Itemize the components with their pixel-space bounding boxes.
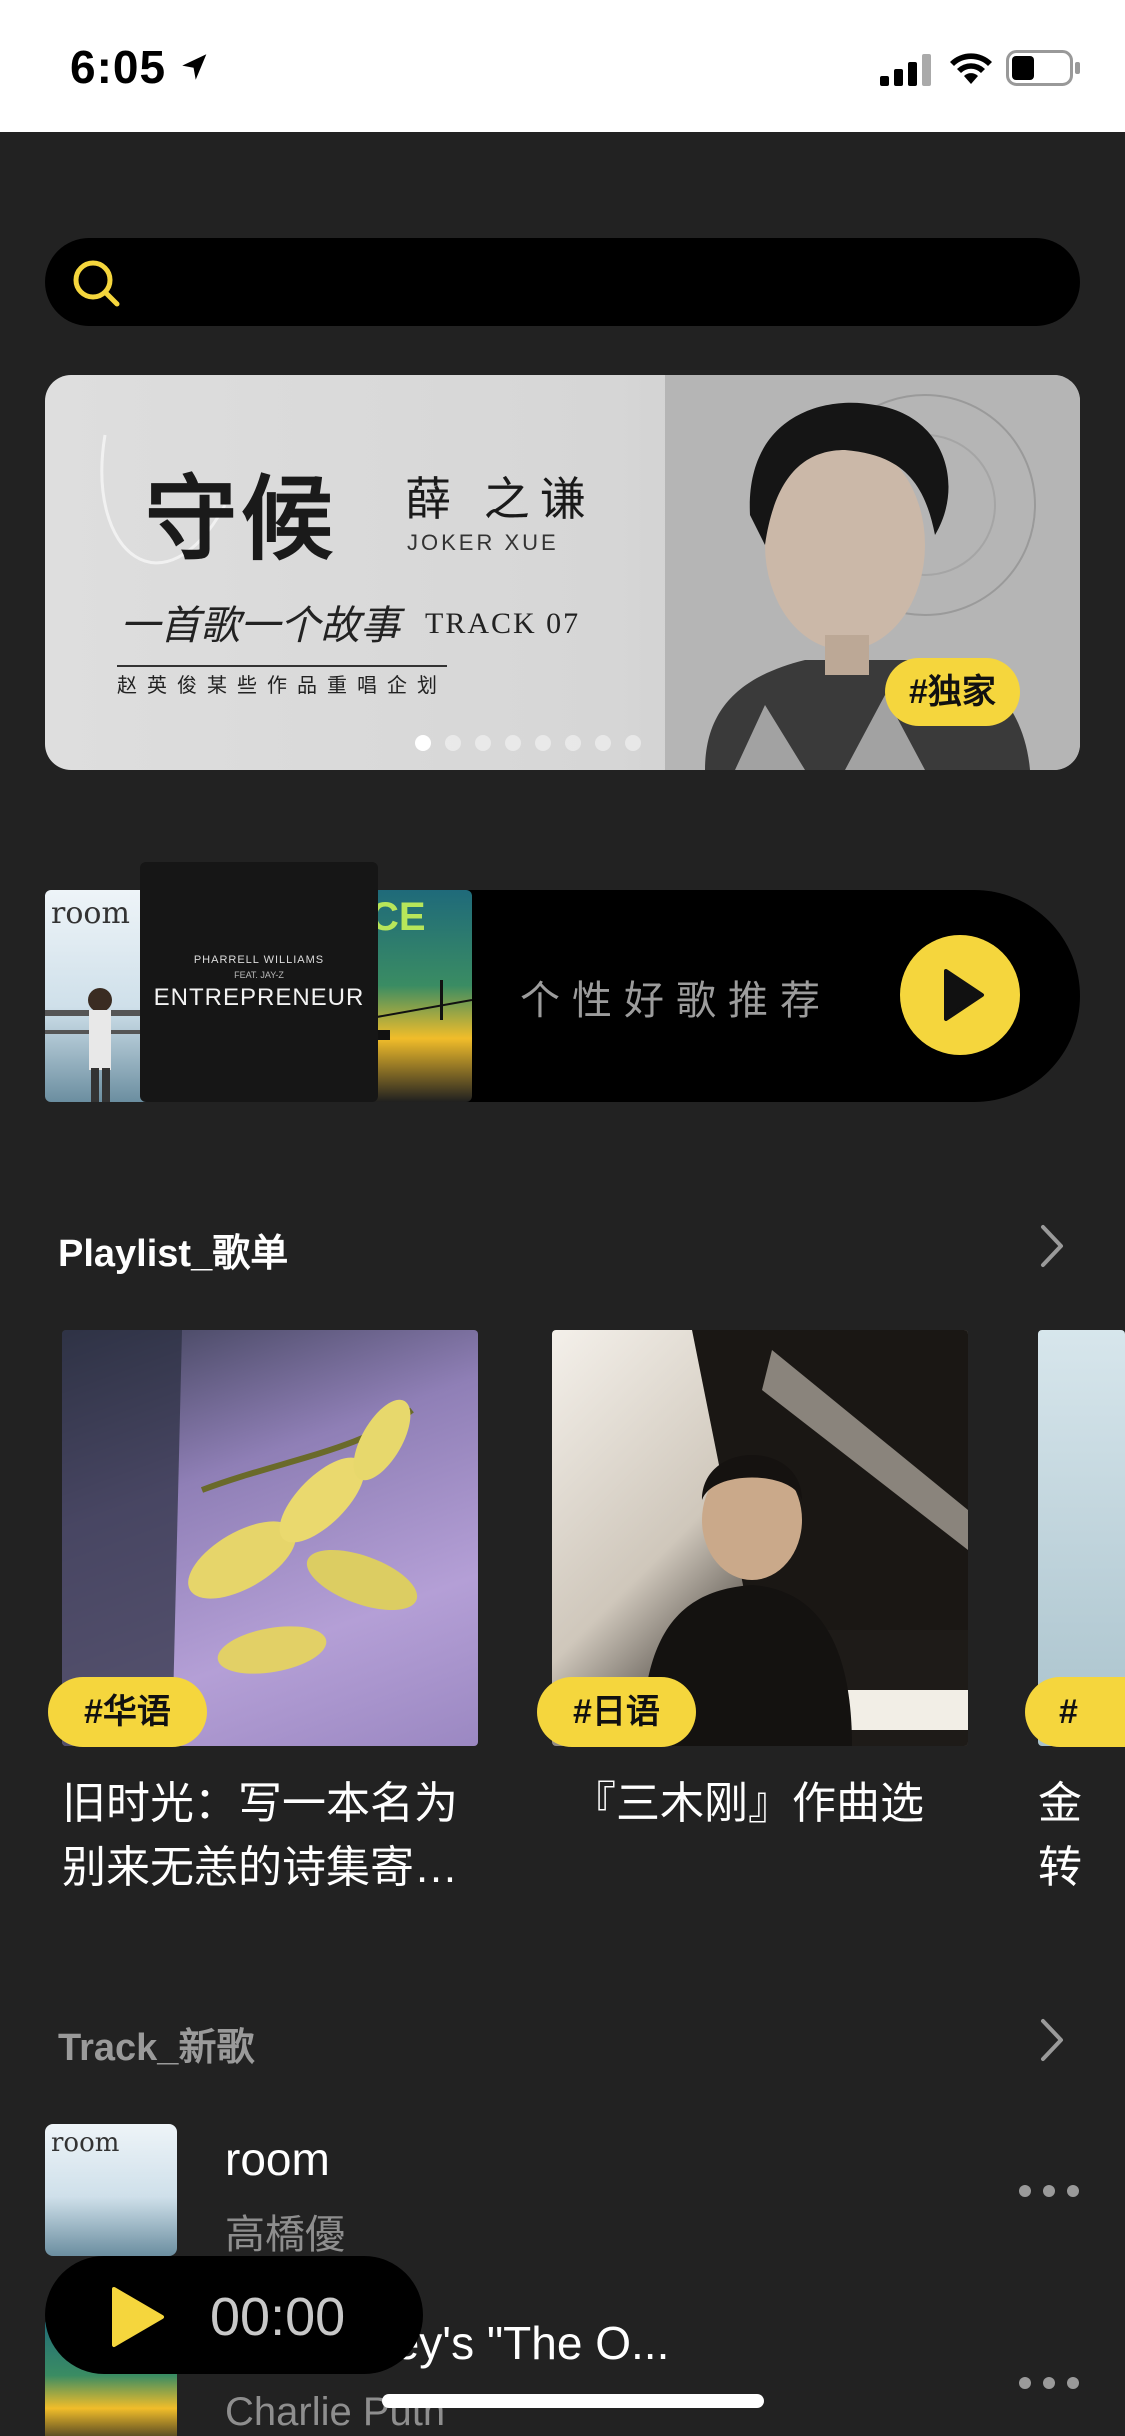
playlist-tag: #日语 (537, 1677, 696, 1747)
banner-tag: #独家 (885, 658, 1020, 726)
search-icon (73, 260, 120, 307)
banner-title: 守候 (145, 465, 338, 573)
track-cover: room (45, 2124, 177, 2256)
track-section-title[interactable]: Track_新歌 (58, 2016, 254, 2071)
cellular-signal-icon (880, 54, 931, 86)
cover-title: ENTREPRENEUR (153, 984, 365, 1011)
page-dot[interactable] (505, 735, 521, 751)
mini-player[interactable]: 00:00 (45, 2256, 423, 2374)
page-dot[interactable] (595, 735, 611, 751)
page-dot[interactable] (415, 735, 431, 751)
cover-feat: FEAT. JAY-Z (234, 970, 284, 980)
page-dot[interactable] (535, 735, 551, 751)
banner-caption: 赵英俊某些作品重唱企划 (117, 665, 447, 698)
chevron-right-icon[interactable] (1040, 1224, 1064, 1268)
playlist-section-title[interactable]: Playlist_歌单 (58, 1222, 288, 1277)
page-dot[interactable] (565, 735, 581, 751)
chevron-right-icon[interactable] (1040, 2018, 1064, 2062)
banner-track-number: TRACK 07 (425, 607, 581, 640)
playlist-name[interactable]: 旧时光：写一本名为别来无恙的诗集寄… (62, 1772, 492, 1900)
status-time: 6:05 (70, 41, 167, 93)
track-title: room (225, 2133, 330, 2185)
page-dot[interactable] (625, 735, 641, 751)
playlist-tag: #华语 (48, 1677, 207, 1747)
recommend-label: 个性好歌推荐 (520, 979, 832, 1023)
page-dot[interactable] (445, 735, 461, 751)
page-dot[interactable] (475, 735, 491, 751)
play-icon[interactable] (110, 2286, 166, 2348)
cover-text: room (51, 2128, 120, 2158)
location-arrow-icon (182, 54, 207, 80)
search-bar[interactable] (45, 238, 1080, 326)
playlist-name[interactable]: 『三木刚』作曲选 (572, 1772, 1002, 1836)
banner-page-indicator[interactable] (415, 735, 641, 751)
wifi-icon (950, 53, 992, 84)
playlist-name[interactable]: 金转 (1038, 1772, 1125, 1900)
track-artist: 高橋優 (225, 2213, 345, 2257)
playlist-tag: # (1025, 1677, 1125, 1747)
cover-artist: PHARRELL WILLIAMS (193, 954, 325, 966)
status-bar: 6:05 (0, 0, 1125, 132)
recommend-play-button[interactable] (900, 935, 1020, 1055)
banner-artist-english: JOKER XUE (407, 530, 559, 555)
svg-text:CE: CE (370, 895, 426, 939)
home-indicator[interactable] (382, 2394, 764, 2408)
recommend-cover-entrepreneur[interactable]: PHARRELL WILLIAMS FEAT. JAY-Z ENTREPRENE… (140, 862, 378, 1102)
banner-subtitle: 一首歌一个故事 (120, 603, 400, 649)
play-icon (944, 969, 984, 1021)
player-time: 00:00 (210, 2287, 346, 2347)
battery-icon (1006, 50, 1080, 86)
featured-banner[interactable]: 守候 薛 之谦 JOKER XUE 一首歌一个故事 TRACK 07 赵英俊某些… (45, 375, 1080, 770)
banner-artist-name: 薛 之谦 (405, 473, 596, 525)
more-options-icon[interactable] (1018, 2376, 1080, 2390)
more-options-icon[interactable] (1018, 2184, 1080, 2198)
